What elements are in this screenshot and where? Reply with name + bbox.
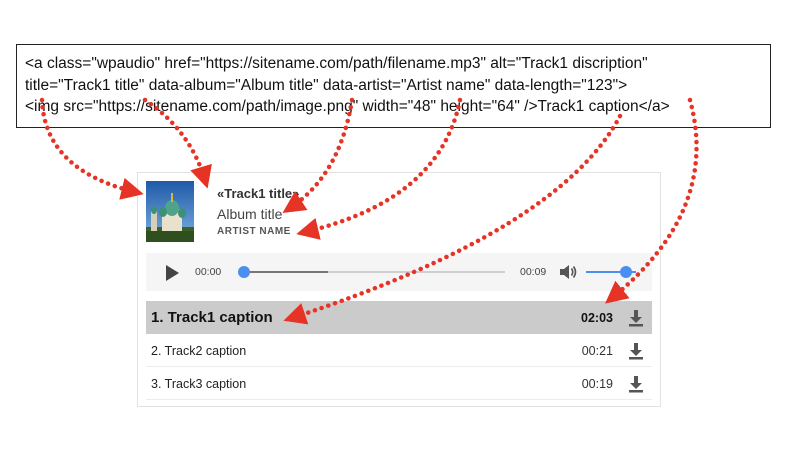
volume-handle[interactable] — [620, 266, 632, 278]
track-label: 1. Track1 caption — [151, 309, 273, 326]
track-label: 3. Track3 caption — [151, 377, 247, 391]
playlist-item-1[interactable]: 1. Track1 caption 02:03 — [146, 301, 652, 334]
track-label: 2. Track2 caption — [151, 344, 247, 358]
code-line-3: <img src="https://sitename.com/path/imag… — [25, 98, 670, 115]
download-icon[interactable] — [628, 375, 644, 393]
code-line-1: <a class="wpaudio" href="https://sitenam… — [25, 55, 648, 72]
album-title: Album title — [217, 206, 283, 222]
code-line-2: title="Track1 title" data-album="Album t… — [25, 76, 628, 94]
total-time: 00:09 — [520, 266, 547, 278]
audio-player: «Track1 title» Album title ARTIST NAME 0… — [137, 172, 661, 407]
track-title: «Track1 title» — [217, 186, 300, 201]
artist-name: ARTIST NAME — [217, 226, 291, 237]
volume-icon[interactable] — [559, 263, 579, 281]
player-controls: 00:00 00:09 — [146, 253, 652, 291]
seek-buffered — [244, 271, 328, 273]
seek-bar[interactable] — [238, 266, 505, 278]
seek-handle[interactable] — [238, 266, 250, 278]
track-duration: 00:19 — [581, 377, 613, 391]
volume-slider[interactable] — [586, 266, 636, 278]
download-icon[interactable] — [628, 342, 644, 360]
track-duration: 00:21 — [581, 344, 613, 358]
album-cover-image — [146, 181, 194, 242]
current-time: 00:00 — [195, 266, 222, 278]
download-icon[interactable] — [628, 309, 644, 327]
playlist: 1. Track1 caption 02:03 2. Track2 captio… — [146, 301, 652, 400]
playlist-item-3[interactable]: 3. Track3 caption 00:19 — [146, 367, 652, 400]
track-duration: 02:03 — [581, 311, 613, 325]
playlist-item-2[interactable]: 2. Track2 caption 00:21 — [146, 334, 652, 367]
play-icon[interactable] — [166, 265, 179, 281]
source-code-box: <a class="wpaudio" href="https://sitenam… — [16, 44, 771, 128]
